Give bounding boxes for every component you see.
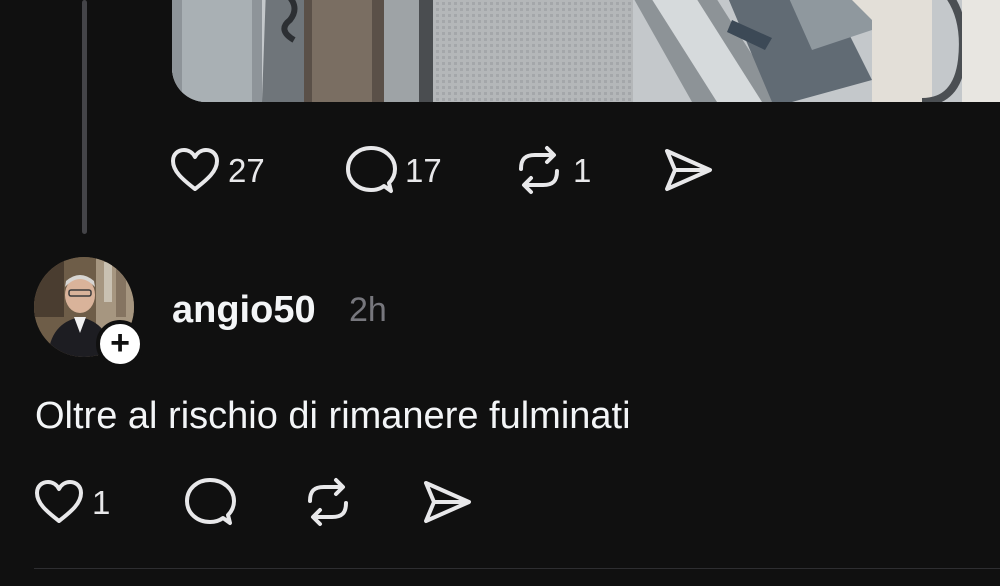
share-button[interactable] [422,479,472,525]
follow-button[interactable]: + [96,320,144,368]
thread-connector-line [82,0,87,234]
reply-count: 17 [405,151,442,189]
previous-post-actions: 27 17 1 [170,144,713,196]
reply-button[interactable] [184,477,302,527]
speech-bubble-icon [346,146,397,193]
like-count: 1 [92,483,111,521]
heart-icon [171,148,219,191]
plus-icon: + [110,323,130,362]
heart-icon [35,480,83,523]
threads-feed: 27 17 1 + angio50 2h Oltre al rischio di… [0,0,1000,586]
speech-bubble-icon [185,478,236,525]
repost-button[interactable]: 1 [513,145,663,195]
escalator-photo [172,0,1000,102]
like-button[interactable]: 27 [170,147,345,193]
post-divider [34,568,1000,569]
repost-count: 1 [573,151,592,189]
repost-arrows-icon [519,146,559,194]
share-button[interactable] [663,147,713,193]
repost-arrows-icon [308,478,348,526]
repost-button[interactable] [302,477,422,527]
like-count: 27 [228,151,265,189]
send-icon [424,481,471,523]
username[interactable]: angio50 [172,288,316,332]
reply-button[interactable]: 17 [345,145,513,195]
reply-post-actions: 1 [34,476,472,528]
timestamp: 2h [349,291,387,329]
like-button[interactable]: 1 [34,479,184,525]
send-icon [665,149,712,191]
post-image[interactable] [172,0,1000,102]
post-text: Oltre al rischio di rimanere fulminati [35,395,631,437]
